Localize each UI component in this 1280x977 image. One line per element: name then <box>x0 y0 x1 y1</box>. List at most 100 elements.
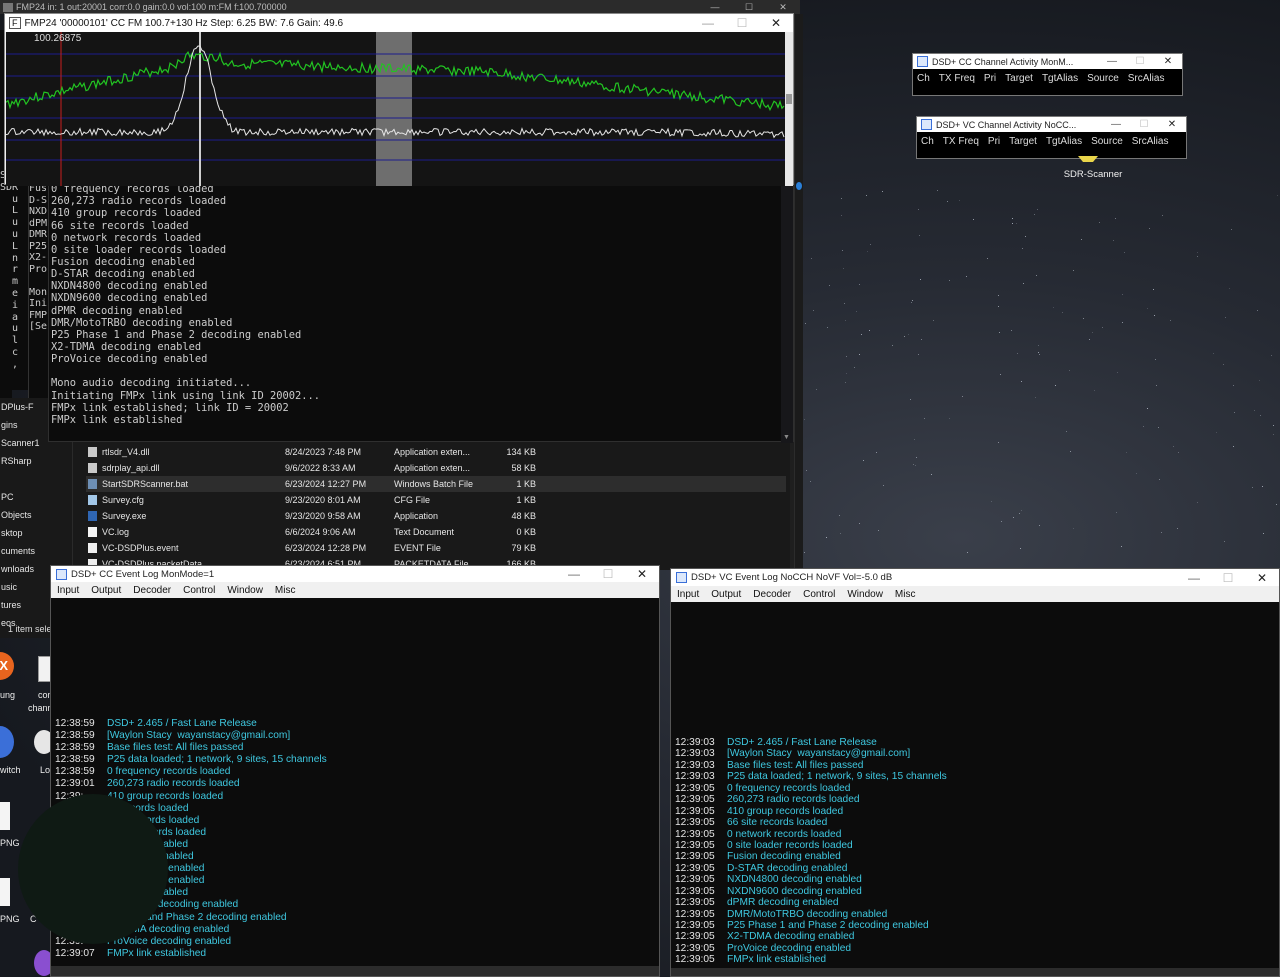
nav-item[interactable]: DPlus-F <box>0 398 50 416</box>
minimize-button[interactable]: — <box>698 2 732 12</box>
menu-item[interactable]: Control <box>803 589 835 600</box>
scroll-down-arrow[interactable]: ▼ <box>783 434 790 441</box>
png-file-icon[interactable] <box>0 802 10 830</box>
minimize-button[interactable]: — <box>557 567 591 581</box>
close-button[interactable]: ✕ <box>625 567 659 581</box>
spectrum-display[interactable] <box>6 32 785 186</box>
png-file-icon[interactable] <box>0 878 10 906</box>
cc-log-scrollbar[interactable] <box>51 966 659 976</box>
menu-item[interactable]: Output <box>91 585 121 596</box>
nav-item[interactable]: Scanner1 <box>0 434 50 452</box>
close-button[interactable]: ✕ <box>1158 119 1186 130</box>
close-button[interactable]: ✕ <box>1154 56 1182 67</box>
app-icon-orange-label: X <box>0 658 8 673</box>
log-line: 12:39:05 66 site records loaded <box>675 817 947 828</box>
file-row[interactable]: rtlsdr_V4.dll 8/24/2023 7:48 PM Applicatio… <box>86 444 786 460</box>
file-row[interactable]: sdrplay_api.dll 9/6/2022 8:33 AM Applicati… <box>86 460 786 476</box>
nav-item[interactable]: sktop <box>0 524 50 542</box>
file-row[interactable]: Survey.exe 9/23/2020 9:58 AM Application 48… <box>86 508 786 524</box>
log-message: 0 frequency records loaded <box>107 766 231 778</box>
file-row[interactable]: VC.log 6/6/2024 9:06 AM Text Document 0 KB <box>86 524 786 540</box>
nav-item[interactable]: tures <box>0 596 50 614</box>
log-message: [Waylon Stacy wayanstacy@gmail.com] <box>727 748 911 760</box>
column-header[interactable]: SrcAlias <box>1128 73 1165 84</box>
log-timestamp: 12:39:05 <box>675 782 715 794</box>
log-timestamp: 12:39:01 <box>55 778 95 790</box>
column-header[interactable]: TX Freq <box>939 73 975 84</box>
maximize-button[interactable]: ☐ <box>1130 119 1158 130</box>
minimize-button[interactable]: — <box>1098 56 1126 67</box>
console-output: 0 P25 data loaded; 1 network, 9 sites, 1… <box>51 171 364 426</box>
log-line: 12:38:59 Base files test: All files passe… <box>55 742 327 754</box>
vc-channel-activity-window: DSD+ VC Channel Activity NoCC... — ☐ ✕ C… <box>916 116 1187 159</box>
column-header[interactable]: Source <box>1087 73 1119 84</box>
nav-item[interactable]: Objects <box>0 506 50 524</box>
log-message: NXDN4800 decoding enabled <box>727 874 862 886</box>
menu-item[interactable]: Window <box>227 585 263 596</box>
file-row[interactable]: VC-DSDPlus.event 6/23/2024 12:28 PM EVENT … <box>86 540 786 556</box>
minimize-button[interactable]: — <box>1177 571 1211 585</box>
maximize-button[interactable]: ☐ <box>732 2 766 13</box>
spectrum-scrollbar[interactable] <box>785 32 793 186</box>
menu-item[interactable]: Decoder <box>753 589 791 600</box>
minimize-button[interactable]: — <box>1102 119 1130 130</box>
maximize-button[interactable]: ☐ <box>1211 571 1245 585</box>
menu-item[interactable]: Input <box>677 589 699 600</box>
console-scrollbar[interactable]: ▲ ▼ <box>781 171 793 443</box>
file-row[interactable]: Survey.cfg 9/23/2020 8:01 AM CFG File 1 KB <box>86 492 786 508</box>
close-button[interactable]: ✕ <box>766 2 800 13</box>
sdr-scanner-label: SDR-Scanner <box>1063 169 1123 180</box>
log-line: 12:39:03 DSD+ 2.465 / Fast Lane Release <box>675 737 947 748</box>
sdr-scanner-desktop-icon[interactable]: SDR-Scanner <box>1062 156 1122 184</box>
log-message: ProVoice decoding enabled <box>107 935 232 947</box>
log-message: 410 group records loaded <box>727 805 844 817</box>
cc-activity-columns: Ch TX Freq Pri Target TgtAlias Source SrcAlias <box>917 73 1164 84</box>
maximize-button[interactable]: ☐ <box>725 16 759 30</box>
menu-item[interactable]: Output <box>711 589 741 600</box>
file-name: VC.log <box>102 527 130 537</box>
menu-item[interactable]: Input <box>57 585 79 596</box>
nav-item[interactable]: usic <box>0 578 50 596</box>
minimize-button[interactable]: — <box>691 16 725 30</box>
vc-log-scrollbar[interactable] <box>671 968 1279 976</box>
left-edge-console-2 <box>0 195 12 405</box>
close-button[interactable]: ✕ <box>759 16 793 30</box>
column-header[interactable]: Pri <box>984 73 996 84</box>
file-type: EVENT File <box>394 543 441 553</box>
maximize-button[interactable]: ☐ <box>1126 56 1154 67</box>
column-header[interactable]: Ch <box>921 136 934 147</box>
file-size: 58 KB <box>511 463 536 473</box>
menu-item[interactable]: Misc <box>895 589 916 600</box>
column-header[interactable]: Target <box>1009 136 1037 147</box>
grid-icon <box>56 568 67 580</box>
column-header[interactable]: TX Freq <box>943 136 979 147</box>
menu-item[interactable]: Control <box>183 585 215 596</box>
column-header[interactable]: TgtAlias <box>1042 73 1078 84</box>
nav-item[interactable]: PC <box>0 488 50 506</box>
nav-item[interactable] <box>0 470 50 488</box>
column-header[interactable]: Pri <box>988 136 1000 147</box>
log-message: ProVoice decoding enabled <box>727 942 852 954</box>
file-name: Survey.cfg <box>102 495 144 505</box>
close-button[interactable]: ✕ <box>1245 571 1279 585</box>
maximize-button[interactable]: ☐ <box>591 567 625 581</box>
nav-item[interactable]: cuments <box>0 542 50 560</box>
menu-item[interactable]: Window <box>847 589 883 600</box>
switch-app-icon[interactable] <box>0 726 14 758</box>
file-name: rtlsdr_V4.dll <box>102 447 150 457</box>
nav-item[interactable]: gins <box>0 416 50 434</box>
column-header[interactable]: SrcAlias <box>1132 136 1169 147</box>
column-header[interactable]: Ch <box>917 73 930 84</box>
column-header[interactable]: Target <box>1005 73 1033 84</box>
nav-item[interactable]: RSharp <box>0 452 50 470</box>
column-header[interactable]: Source <box>1091 136 1123 147</box>
menu-item[interactable]: Decoder <box>133 585 171 596</box>
menu-item[interactable]: Misc <box>275 585 296 596</box>
file-row[interactable]: StartSDRScanner.bat 6/23/2024 12:27 PM Win… <box>86 476 786 492</box>
cc-channel-activity-window: DSD+ CC Channel Activity MonM... — ☐ ✕ C… <box>912 53 1183 96</box>
column-header[interactable]: TgtAlias <box>1046 136 1082 147</box>
app-icon-orange[interactable]: X <box>0 652 14 680</box>
console-line: Initiating FMPx link using link ID 20002… <box>51 389 320 402</box>
nav-item[interactable]: wnloads <box>0 560 50 578</box>
